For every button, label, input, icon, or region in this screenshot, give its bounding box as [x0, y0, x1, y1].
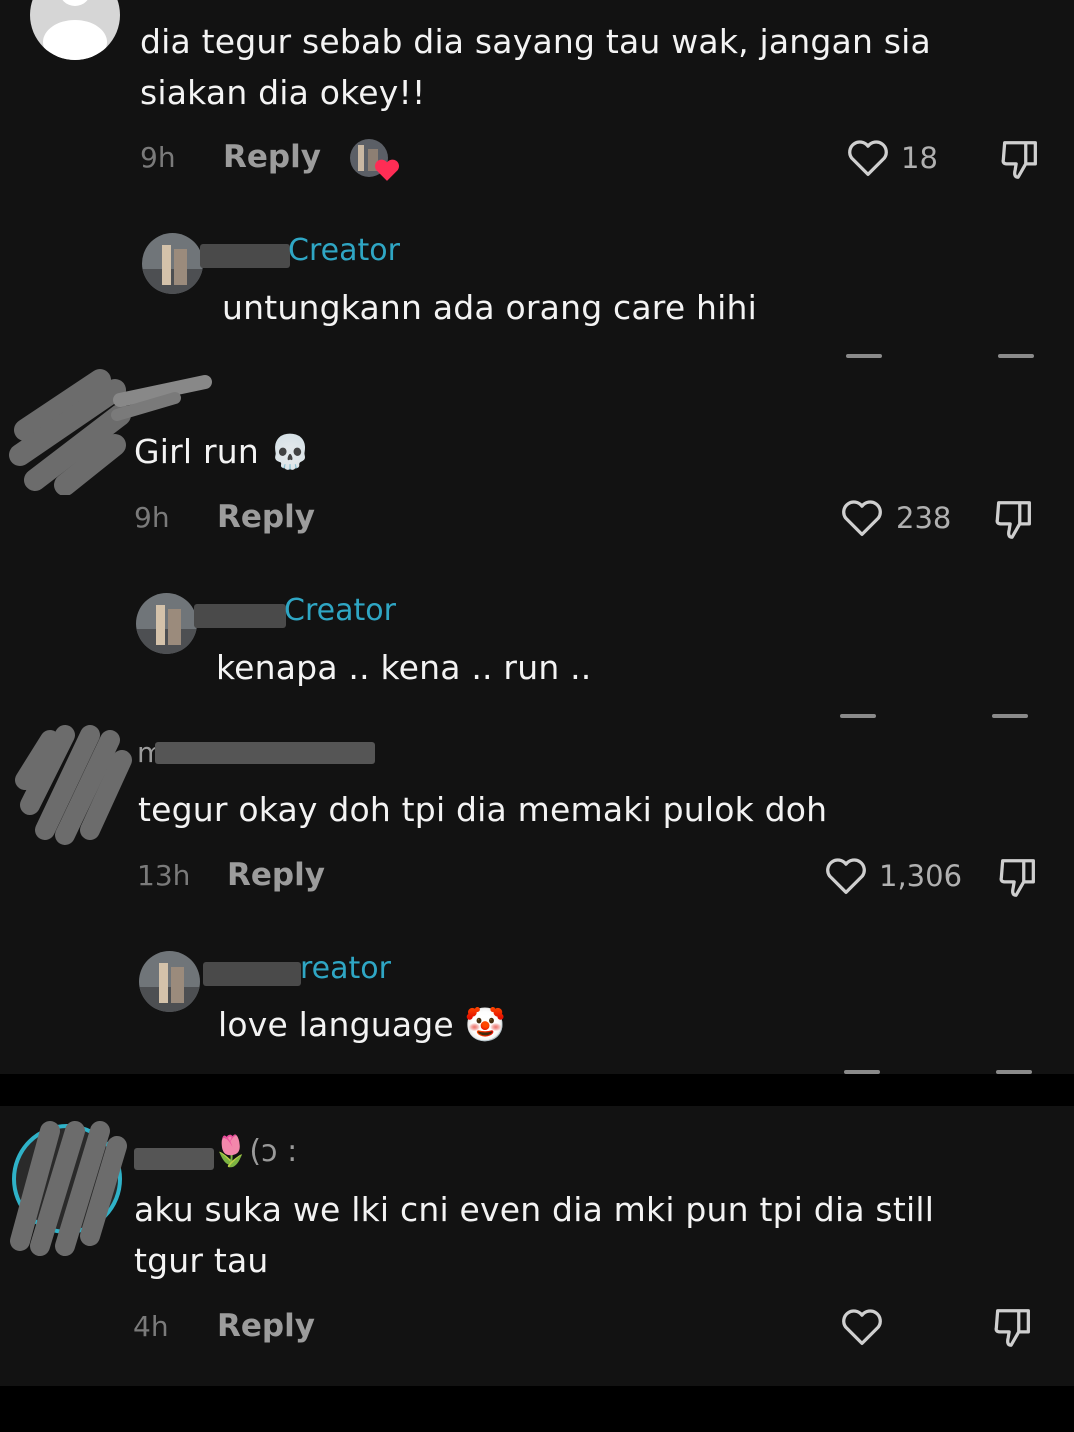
reply-text: love language 🤡 — [218, 1005, 506, 1044]
partial-icon — [992, 714, 1028, 718]
avatar[interactable] — [30, 0, 120, 60]
comment-text: dia tegur sebab dia sayang tau wak, jang… — [140, 22, 931, 61]
reply-button[interactable]: Reply — [227, 857, 325, 893]
creator-avatar[interactable] — [139, 951, 200, 1012]
redacted-username — [200, 244, 290, 268]
redacted-avatar-scribble — [15, 725, 132, 845]
heart-icon[interactable] — [824, 856, 868, 896]
partial-icon — [996, 1070, 1032, 1074]
redacted-username — [155, 742, 375, 764]
comment-text: tgur tau — [134, 1241, 269, 1280]
default-avatar-icon — [43, 0, 107, 60]
partial-icon — [840, 714, 876, 718]
comment-text: siakan dia okey!! — [140, 73, 426, 112]
heart-icon[interactable] — [840, 1307, 884, 1347]
redacted-username — [194, 604, 286, 628]
comment-text: aku suka we lki cni even dia mki pun tpi… — [134, 1190, 935, 1229]
like-count: 1,306 — [879, 859, 963, 893]
creator-badge: Creator — [288, 233, 400, 268]
partial-icon — [844, 1070, 880, 1074]
partial-icon — [998, 354, 1034, 358]
comment-text: tegur okay doh tpi dia memaki pulok doh — [138, 790, 828, 829]
like-count: 238 — [896, 501, 952, 535]
reply-text: untungkann ada orang care hihi — [222, 288, 757, 327]
creator-avatar[interactable] — [142, 233, 203, 294]
creator-liked-heart-icon — [374, 159, 400, 181]
comment-username[interactable]: 🌷(ɔ : — [212, 1134, 297, 1169]
redacted-avatar-scribble — [9, 369, 212, 495]
reply-button[interactable]: Reply — [217, 1308, 315, 1344]
creator-badge: Creator — [284, 593, 396, 628]
comment-text: Girl run 💀 — [134, 432, 311, 471]
comment-timestamp: 9h — [140, 141, 176, 174]
redacted-avatar-scribble — [10, 1121, 127, 1256]
creator-badge: reator — [300, 951, 391, 986]
creator-avatar[interactable] — [136, 593, 197, 654]
dislike-icon[interactable] — [997, 137, 1043, 183]
comment-timestamp: 9h — [134, 501, 170, 534]
heart-icon[interactable] — [846, 138, 890, 178]
dislike-icon[interactable] — [995, 855, 1041, 901]
comment-timestamp: 13h — [137, 859, 191, 892]
reply-button[interactable]: Reply — [223, 139, 321, 175]
comments-panel: dia tegur sebab dia sayang tau wak, jang… — [0, 0, 1074, 1074]
comment-timestamp: 4h — [133, 1310, 169, 1343]
comments-panel: 🌷(ɔ : aku suka we lki cni even dia mki p… — [0, 1106, 1074, 1386]
dislike-icon[interactable] — [990, 1305, 1036, 1351]
redacted-username — [134, 1148, 214, 1170]
partial-icon — [846, 354, 882, 358]
like-count: 18 — [901, 141, 938, 175]
reply-text: kenapa .. kena .. run .. — [216, 648, 592, 687]
dislike-icon[interactable] — [991, 497, 1037, 543]
heart-icon[interactable] — [840, 498, 884, 538]
redacted-username — [203, 962, 301, 986]
reply-button[interactable]: Reply — [217, 499, 315, 535]
